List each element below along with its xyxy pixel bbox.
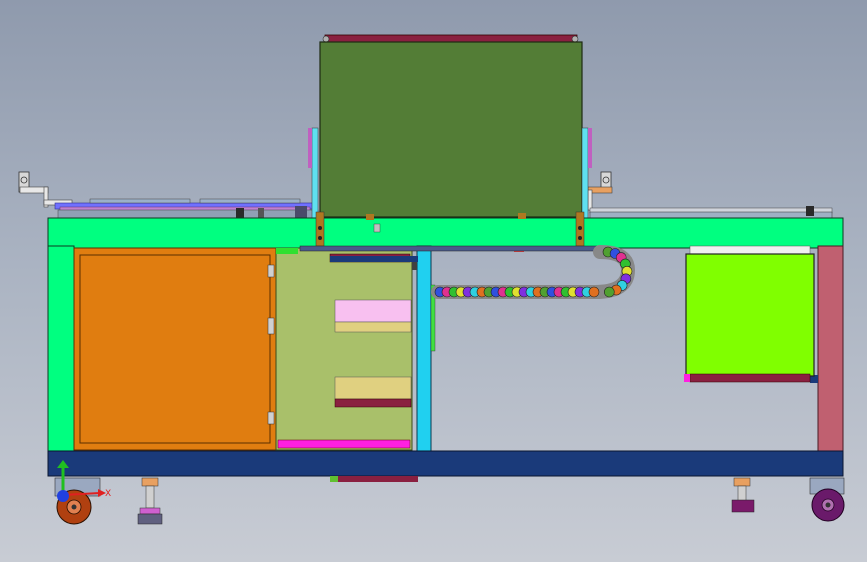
leveling-foot-left (137, 477, 163, 525)
z-axis-dot (57, 490, 69, 502)
right-green-box[interactable] (684, 245, 815, 383)
right-support-arm (587, 171, 613, 211)
left-frame-post (47, 245, 75, 452)
top-cabinet[interactable] (308, 34, 592, 219)
cyan-post (412, 245, 436, 452)
base-beam (47, 450, 844, 482)
cad-viewport[interactable]: X (0, 0, 867, 562)
right-frame-leg (810, 245, 844, 452)
chain-link (588, 286, 600, 298)
left-top-rail (54, 198, 319, 219)
caster-wheel-right (809, 477, 845, 522)
chain-link (603, 286, 615, 298)
leveling-foot-right (731, 477, 755, 513)
cable-drag-chain[interactable] (431, 245, 636, 299)
left-support-arm (18, 171, 73, 208)
electrical-panel[interactable] (275, 247, 413, 451)
x-axis-label: X (105, 489, 111, 499)
right-top-rail (589, 206, 833, 219)
orange-door-panel[interactable] (73, 247, 277, 451)
